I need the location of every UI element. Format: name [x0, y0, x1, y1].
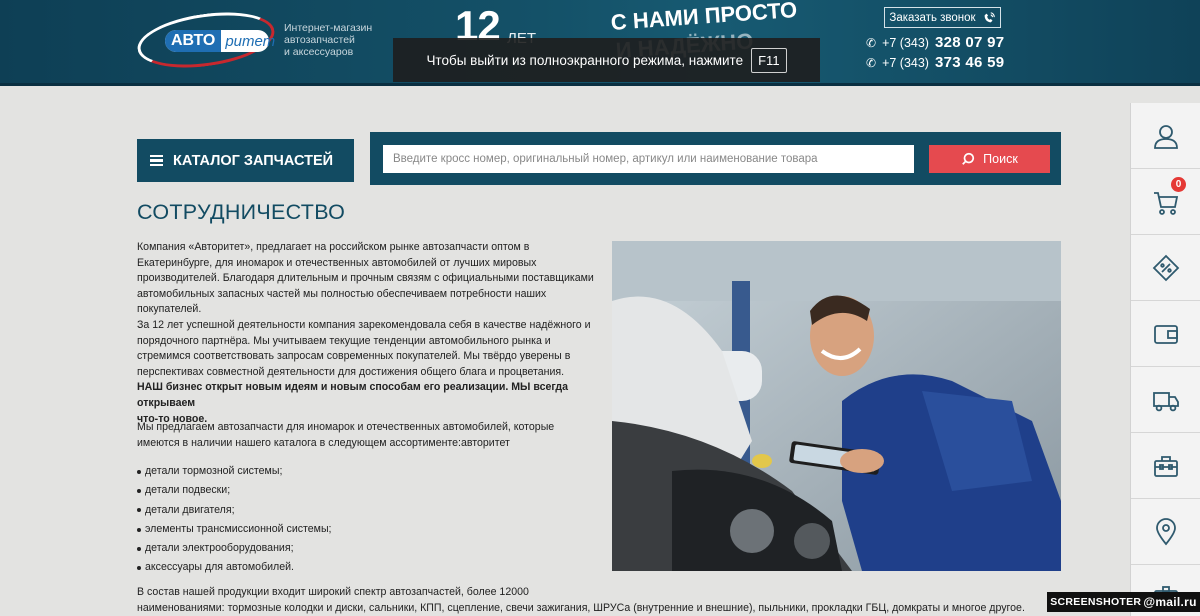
truck-icon [1153, 391, 1179, 411]
text-line: автомобильных запасных частей мы полност… [137, 287, 547, 300]
list-item-text: аксессуары для автомобилей. [145, 561, 294, 574]
mechanic-photo [612, 241, 1061, 571]
list-item: детали электрооборудования; [137, 539, 332, 558]
tagline-line: Интернет-магазин [284, 22, 373, 34]
text-line: Компания «Авторитет», предлагает на росс… [137, 241, 530, 253]
phone-number-2[interactable]: ✆ +7 (343) 373 46 59 [866, 54, 1004, 71]
list-item: аксессуары для автомобилей. [137, 558, 332, 577]
search-icon [962, 152, 975, 165]
search-button-label: Поиск [983, 152, 1018, 166]
order-call-label: Заказать звонок [889, 11, 976, 24]
tagline-line: и аксессуаров [284, 46, 354, 58]
order-call-button[interactable]: Заказать звонок [884, 7, 1001, 28]
bullet-icon [137, 527, 141, 532]
header-bottom-stripe [0, 83, 1200, 86]
logo-text-right: ритет [225, 32, 276, 50]
phone-wave-icon [984, 11, 995, 22]
list-item-text: детали подвески; [145, 484, 231, 497]
phone-digits: 373 46 59 [934, 54, 1005, 71]
bullet-icon [137, 469, 141, 474]
fullscreen-exit-notice: Чтобы выйти из полноэкранного режима, на… [393, 38, 820, 82]
sidebar-item-payment[interactable] [1131, 301, 1200, 367]
phone-digits: 328 07 97 [934, 34, 1005, 51]
list-item-text: элементы трансмиссионной системы; [145, 522, 332, 535]
mechanic-photo-illustration [612, 241, 1061, 571]
text-line: имеются в наличии нашего каталога в след… [137, 436, 510, 449]
site-logo[interactable]: АВТО ритет [134, 4, 278, 76]
text-line: Мы предлагаем автозапчасти для иномарок … [137, 421, 555, 433]
user-icon [1154, 124, 1178, 149]
list-item: детали тормозной системы; [137, 462, 332, 481]
screenshoter-watermark: SCREENSHOTER @mail.ru [1047, 592, 1200, 612]
bullet-icon [137, 566, 141, 571]
map-pin-icon [1156, 517, 1176, 545]
toolbox-icon [1154, 455, 1178, 477]
header-tagline: Интернет-магазин автозапчастей и аксессу… [284, 22, 394, 58]
list-item-text: детали электрооборудования; [145, 542, 294, 555]
text-line: перспективах совместной деятельности для… [137, 365, 565, 378]
sidebar-item-account[interactable] [1131, 103, 1200, 169]
text-line: производителей. Благодаря длительным и п… [137, 272, 594, 285]
fullscreen-key: F11 [751, 47, 787, 73]
text-line: За 12 лет успешной деятельности компания… [137, 318, 591, 331]
sidebar-item-services[interactable] [1131, 433, 1200, 499]
text-line: покупателей. [137, 303, 202, 316]
logo-text-left: АВТО [165, 30, 222, 52]
fullscreen-notice-text: Чтобы выйти из полноэкранного режима, на… [426, 52, 744, 68]
list-item: детали двигателя; [137, 501, 332, 520]
wallet-icon [1154, 324, 1178, 344]
bold-text-line: НАШ бизнес открыт новым идеям и новым сп… [137, 381, 569, 409]
assortment-list: детали тормозной системы; детали подвеск… [137, 462, 332, 578]
discount-tag-icon [1152, 254, 1180, 281]
list-item-text: детали тормозной системы; [145, 465, 283, 477]
watermark-text: SCREENSHOTER [1050, 596, 1142, 608]
offer-text: Мы предлагаем автозапчасти для иномарок … [137, 420, 597, 451]
search-input[interactable] [383, 145, 914, 173]
search-bar: Поиск [370, 132, 1061, 185]
sidebar-item-cart[interactable]: 0 [1131, 169, 1200, 235]
sidebar-item-discounts[interactable] [1131, 235, 1200, 301]
sidebar-item-location[interactable] [1131, 499, 1200, 565]
list-item: элементы трансмиссионной системы; [137, 520, 332, 539]
search-button[interactable]: Поиск [929, 145, 1050, 173]
text-line: Екатеринбурге, для иномарок и отечествен… [137, 256, 537, 269]
sidebar-item-delivery[interactable] [1131, 367, 1200, 433]
header-slogan: С НАМИ ПРОСТО [610, 0, 798, 35]
bullet-icon [137, 508, 141, 513]
right-sidebar: 0 [1130, 103, 1200, 616]
phone-code: +7 (343) [882, 36, 929, 50]
text-line: стремимся соответствовать запросам совре… [137, 350, 571, 363]
page-title: СОТРУДНИЧЕСТВО [137, 200, 346, 224]
catalog-label: КАТАЛОГ ЗАПЧАСТЕЙ [173, 152, 334, 169]
text-line: порядочного партнёра. Мы учитываем текущ… [137, 334, 551, 347]
bullet-icon [137, 546, 141, 551]
phone-icon: ✆ [866, 36, 877, 50]
tagline-line: автозапчастей [284, 34, 355, 46]
phone-number-1[interactable]: ✆ +7 (343) 328 07 97 [866, 34, 1004, 51]
text-line: В состав нашей продукции входит широкий … [137, 586, 529, 598]
catalog-button[interactable]: КАТАЛОГ ЗАПЧАСТЕЙ [137, 139, 354, 182]
list-item-text: детали двигателя; [145, 503, 235, 516]
phone-code: +7 (343) [882, 56, 929, 70]
logo-pill: АВТО ритет [165, 30, 275, 52]
menu-icon [150, 154, 163, 167]
text-line: наименованиями: тормозные колодки и диск… [137, 601, 1025, 614]
phone-icon: ✆ [866, 56, 877, 70]
intro-text: Компания «Авторитет», предлагает на росс… [137, 240, 599, 427]
list-item: детали подвески; [137, 481, 332, 500]
cart-count-badge: 0 [1171, 177, 1186, 192]
bullet-icon [137, 488, 141, 493]
bottom-text: В состав нашей продукции входит широкий … [137, 585, 1037, 616]
watermark-domain: @mail.ru [1143, 595, 1197, 609]
